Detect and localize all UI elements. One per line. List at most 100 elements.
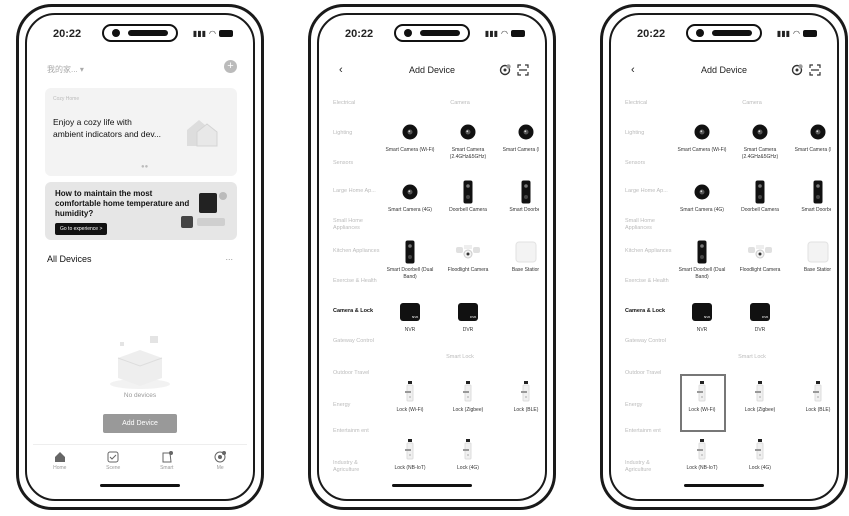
battery-icon: [511, 30, 525, 37]
device-item[interactable]: Smart Doorbell: [789, 180, 831, 214]
camera-icon: [381, 120, 439, 144]
home-indicator: [392, 484, 472, 487]
battery-icon: [803, 30, 817, 37]
device-item[interactable]: Lock (BLE): [497, 380, 539, 414]
base-station-icon: [497, 240, 539, 264]
doorbell-icon: [439, 180, 497, 204]
device-item[interactable]: Lock (NB-IoT): [673, 438, 731, 472]
device-label: Smart Doorbell: [801, 207, 831, 213]
doorbell-icon: [381, 240, 439, 264]
device-item[interactable]: Base Station: [497, 240, 539, 274]
device-label: NVR: [696, 327, 708, 333]
experience-button[interactable]: Go to experience >: [55, 223, 108, 235]
phone-bezel: 20:22 ▮▮▮ ◠ ‹ Add Device Electrical Light…: [609, 13, 839, 501]
device-label: Lock (NB-IoT): [394, 465, 426, 471]
device-label: Lock (BLE): [805, 407, 831, 413]
device-item[interactable]: NVR NVR: [381, 300, 439, 334]
phone-add-device-highlight-screen: 20:22 ▮▮▮ ◠ ‹ Add Device Electrical Light…: [600, 4, 848, 510]
device-item[interactable]: Base Station: [789, 240, 831, 274]
device-item[interactable]: Lock (NB-IoT): [381, 438, 439, 472]
tab-me[interactable]: Me: [195, 445, 245, 479]
device-item[interactable]: Lock (Zigbee): [439, 380, 497, 414]
banner-tag: Cozy Home: [53, 96, 80, 102]
no-devices-text: No devices: [123, 392, 157, 399]
status-time: 20:22: [53, 28, 82, 40]
device-label: Floodlight Camera: [447, 267, 489, 273]
signal-icon: ▮▮▮: [192, 29, 207, 38]
device-item[interactable]: DVR DVR: [439, 300, 497, 334]
device-grid: CameraSmart LockVideo lockSmart Camera (…: [617, 92, 831, 493]
camera-icon: [439, 120, 497, 144]
device-item[interactable]: Smart Camera (Wi-Fi): [673, 120, 731, 154]
tab-home[interactable]: Home: [35, 445, 85, 479]
add-device-screen: 20:22 ▮▮▮ ◠ ‹ Add Device Electrical Light…: [325, 20, 539, 493]
device-item[interactable]: Doorbell Camera: [731, 180, 789, 214]
qr-scan-icon[interactable]: [809, 64, 821, 76]
wifi-icon: ◠: [209, 29, 216, 38]
device-item[interactable]: Lock (4G): [731, 438, 789, 472]
device-item[interactable]: Smart Camera (4G): [673, 180, 731, 214]
device-item[interactable]: Lock (4G): [439, 438, 497, 472]
all-devices-heading: All Devices: [47, 254, 92, 264]
device-item[interactable]: Smart Camera (2.4GHz&5GHz): [439, 120, 497, 160]
device-item[interactable]: Floodlight Camera: [731, 240, 789, 274]
more-options-icon[interactable]: ...: [225, 252, 233, 262]
device-label: Smart Camera (Wi-Fi): [385, 147, 435, 153]
qr-scan-icon[interactable]: [517, 64, 529, 76]
device-item[interactable]: DVR DVR: [731, 300, 789, 334]
device-item[interactable]: Smart Camera (Wi-Fi): [381, 120, 439, 154]
device-label: Smart Camera (4G): [388, 207, 432, 213]
phone-bezel: 20:22 ▮▮▮ ◠ ‹ Add Device Electrical Light…: [317, 13, 547, 501]
svg-text:DVR: DVR: [470, 315, 476, 319]
base-station-icon: [789, 240, 831, 264]
device-item[interactable]: Doorbell Camera: [439, 180, 497, 214]
phone-add-device-screen: 20:22 ▮▮▮ ◠ ‹ Add Device Electrical Light…: [308, 4, 556, 510]
device-label: Base Station: [803, 267, 831, 273]
temperature-tip-banner[interactable]: How to maintain the most comfortable hom…: [45, 182, 237, 240]
floodlight-icon: [439, 240, 497, 264]
device-item[interactable]: Smart Doorbell (Dual Band): [673, 240, 731, 280]
tab-scene[interactable]: Scene: [88, 445, 138, 479]
camera-icon: [673, 180, 731, 204]
camera-icon: [381, 180, 439, 204]
nvr-icon: NVR: [381, 300, 439, 324]
tab-smart[interactable]: Smart: [142, 445, 192, 479]
empty-box-icon: [110, 336, 170, 389]
cozy-home-banner[interactable]: Cozy Home Enjoy a cozy life with ambient…: [45, 88, 237, 176]
tab-label: Me: [216, 465, 224, 471]
signal-icon: ▮▮▮: [776, 29, 791, 38]
svg-text:DVR: DVR: [762, 315, 768, 319]
tip-title: How to maintain the most comfortable hom…: [55, 189, 190, 218]
add-device-button[interactable]: Add Device: [103, 414, 177, 433]
home-selector[interactable]: 我的家... ▾: [47, 64, 84, 75]
device-label: Floodlight Camera: [739, 267, 781, 273]
device-item[interactable]: NVR NVR: [673, 300, 731, 334]
auto-scan-icon[interactable]: [499, 64, 511, 76]
device-label: Smart Camera (4G): [680, 207, 724, 213]
device-item[interactable]: Smart Camera (BLE): [497, 120, 539, 154]
device-item[interactable]: Floodlight Camera: [439, 240, 497, 274]
camera-icon: [789, 120, 831, 144]
wifi-icon: ◠: [793, 29, 800, 38]
add-icon[interactable]: +: [224, 60, 237, 73]
wifi-icon: ◠: [501, 29, 508, 38]
device-item[interactable]: Smart Camera (2.4GHz&5GHz): [731, 120, 789, 160]
lock-icon: [381, 380, 439, 404]
device-item[interactable]: Lock (Zigbee): [731, 380, 789, 414]
scene-icon: [107, 451, 119, 463]
device-label: Lock (NB-IoT): [686, 465, 718, 471]
auto-scan-icon[interactable]: [791, 64, 803, 76]
device-label: Doorbell Camera: [449, 207, 487, 213]
device-item[interactable]: Lock (BLE): [789, 380, 831, 414]
device-item[interactable]: Smart Doorbell (Dual Band): [381, 240, 439, 280]
status-bar: 20:22 ▮▮▮ ◠: [33, 20, 247, 48]
section-camera: Camera: [450, 100, 470, 106]
device-item[interactable]: Smart Camera (4G): [381, 180, 439, 214]
device-item[interactable]: Lock (Wi-Fi): [381, 380, 439, 414]
battery-icon: [219, 30, 233, 37]
device-label: NVR: [404, 327, 416, 333]
tab-bar: Home Scene Smart Me: [33, 444, 247, 479]
device-item[interactable]: Smart Camera (BLE): [789, 120, 831, 154]
device-item[interactable]: Smart Doorbell: [497, 180, 539, 214]
signal-icon: ▮▮▮: [484, 29, 499, 38]
